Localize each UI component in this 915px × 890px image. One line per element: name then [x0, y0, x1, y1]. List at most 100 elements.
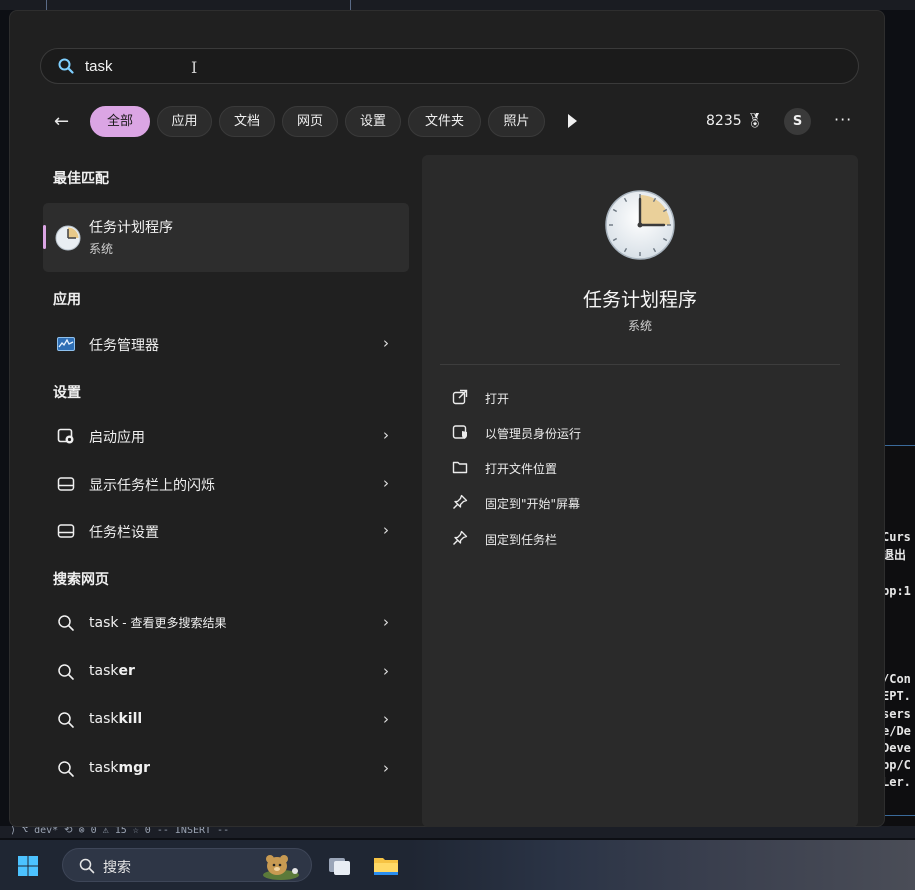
avatar[interactable]: S	[784, 108, 811, 135]
terminal-line: 退出	[882, 548, 907, 562]
terminal-line: Curs	[882, 530, 911, 544]
query-text: task	[89, 615, 119, 631]
pin-icon	[452, 494, 468, 510]
best-match-subtitle: 系统	[89, 242, 114, 256]
terminal-line: Ler.	[882, 775, 911, 789]
chevron-right-icon[interactable]: ›	[383, 759, 389, 777]
taskbar-setting-icon	[57, 522, 75, 540]
search-box[interactable]: I	[40, 48, 859, 84]
search-icon	[57, 663, 75, 681]
taskbar-background-window	[410, 840, 915, 890]
windows-start-icon[interactable]	[12, 850, 44, 882]
section-web: 搜索网页	[53, 572, 109, 588]
search-icon	[57, 760, 75, 778]
action-label: 固定到"开始"屏幕	[485, 497, 581, 511]
result-label: taskkill	[89, 711, 142, 727]
statusbar-text: ⟩ ⌥ dev* ⟲ ⊗ 0 ⚠ 15 ☆ 0 -- INSERT --	[10, 826, 230, 836]
search-icon	[57, 711, 75, 729]
filter-chip-photos[interactable]: 照片	[488, 106, 545, 137]
back-arrow-icon[interactable]: ←	[54, 111, 69, 132]
background-editor-topbar	[0, 0, 915, 10]
action-label: 固定到任务栏	[485, 533, 558, 547]
chevron-right-icon[interactable]: ›	[383, 334, 389, 352]
query-text: task	[89, 711, 119, 727]
more-options-icon[interactable]: ···	[834, 110, 852, 129]
terminal-line: e/De	[882, 724, 911, 738]
best-match-title: 任务计划程序	[89, 220, 173, 236]
filter-chip-web[interactable]: 网页	[282, 106, 338, 137]
terminal-line: Deve	[882, 741, 911, 755]
query-text: task	[89, 663, 119, 679]
taskbar-search[interactable]: 搜索	[62, 848, 312, 882]
query-text: task	[89, 760, 119, 776]
completion-text: kill	[118, 711, 143, 727]
result-label: tasker	[89, 663, 135, 679]
task-manager-icon	[57, 335, 75, 353]
editor-statusbar: ⟩ ⌥ dev* ⟲ ⊗ 0 ⚠ 15 ☆ 0 -- INSERT --	[0, 826, 915, 838]
terminal-line: sers	[882, 707, 911, 721]
folder-icon	[452, 459, 468, 475]
action-label: 打开	[485, 392, 510, 406]
filter-chip-folders[interactable]: 文件夹	[408, 106, 481, 137]
chevron-right-icon[interactable]: ›	[383, 662, 389, 680]
section-best-match: 最佳匹配	[53, 171, 109, 187]
background-terminal: Curs 退出 pp:1 /Con EPT. sers e/De Deve pp…	[882, 445, 915, 830]
chevron-right-icon[interactable]: ›	[383, 710, 389, 728]
result-label: 启动应用	[89, 430, 145, 446]
terminal-line: pp:1	[882, 584, 911, 598]
section-settings: 设置	[53, 385, 81, 401]
file-explorer-icon[interactable]	[372, 852, 400, 880]
chevron-right-icon[interactable]: ›	[383, 613, 389, 631]
filter-chip-docs[interactable]: 文档	[219, 106, 275, 137]
completion-text: mgr	[118, 760, 150, 776]
taskbar-setting-icon	[57, 475, 75, 493]
web-result-taskmgr[interactable]: taskmgr ›	[43, 749, 409, 789]
startup-apps-icon	[57, 427, 75, 445]
rewards-medal-icon: 🏅︎	[745, 113, 764, 129]
rewards-points[interactable]: 8235 🏅︎	[706, 113, 763, 129]
search-icon	[57, 614, 75, 632]
taskbar: 搜索	[0, 840, 915, 890]
preview-subtitle: 系统	[627, 319, 652, 333]
web-result-taskkill[interactable]: taskkill ›	[43, 700, 409, 740]
filter-bar: ← 全部 应用 文档 网页 设置 文件夹 照片 8235 🏅︎ S ···	[44, 106, 864, 138]
background-divider	[882, 815, 915, 816]
completion-text: er	[118, 663, 135, 679]
chevron-right-icon[interactable]: ›	[383, 426, 389, 444]
search-icon	[79, 858, 95, 878]
result-label: task - 查看更多搜索结果	[89, 614, 226, 631]
terminal-line: EPT.	[882, 689, 911, 703]
search-input[interactable]	[85, 55, 785, 77]
result-label: 任务管理器	[89, 338, 159, 354]
chevron-right-icon[interactable]: ›	[383, 521, 389, 539]
web-result-task[interactable]: task - 查看更多搜索结果 ›	[43, 603, 409, 643]
task-view-icon[interactable]	[326, 852, 354, 880]
chevron-right-icon[interactable]: ›	[383, 474, 389, 492]
shield-icon	[452, 424, 468, 440]
result-startup-apps[interactable]: 启动应用 ›	[43, 416, 409, 456]
section-apps: 应用	[53, 292, 81, 308]
best-match-item[interactable]: 任务计划程序 系统	[43, 203, 409, 272]
action-label: 以管理员身份运行	[485, 427, 582, 441]
result-taskbar-flashing[interactable]: 显示任务栏上的闪烁 ›	[43, 464, 409, 504]
open-icon	[452, 389, 468, 405]
filter-chip-all[interactable]: 全部	[90, 106, 150, 137]
task-scheduler-icon	[55, 225, 81, 255]
selection-accent	[43, 225, 46, 249]
search-window: I ← 全部 应用 文档 网页 设置 文件夹 照片 8235🏅︎ S ··· 最…	[9, 10, 885, 827]
terminal-line: /Con	[882, 672, 911, 686]
more-filters-play-icon[interactable]	[568, 114, 577, 128]
rewards-points-value: 8235	[706, 113, 742, 129]
web-result-tasker[interactable]: tasker ›	[43, 652, 409, 692]
terminal-line: pp/C	[882, 758, 911, 772]
result-task-manager[interactable]: 任务管理器 ›	[43, 324, 409, 364]
more-results-text: - 查看更多搜索结果	[118, 616, 227, 630]
result-label: taskmgr	[89, 760, 150, 776]
preview-pane: 任务计划程序 系统 打开 以管理员身份运行 打开文件位置 固定到"开始"屏幕 固…	[422, 155, 858, 827]
action-label: 打开文件位置	[485, 462, 558, 476]
result-label: 任务栏设置	[89, 525, 159, 541]
filter-chip-settings[interactable]: 设置	[345, 106, 401, 137]
result-taskbar-settings[interactable]: 任务栏设置 ›	[43, 511, 409, 551]
result-label: 显示任务栏上的闪烁	[89, 478, 215, 494]
filter-chip-apps[interactable]: 应用	[157, 106, 212, 137]
